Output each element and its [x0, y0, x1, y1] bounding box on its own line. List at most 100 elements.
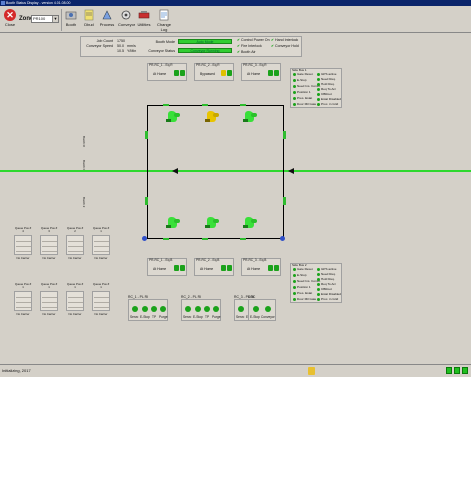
status-item: Position 1	[293, 285, 311, 289]
queue-position[interactable]: Queue Pos #1 No Carrier	[40, 283, 58, 316]
zone-select[interactable]: PR100 ▼	[31, 15, 59, 23]
robot-icon[interactable]	[205, 216, 219, 229]
status-item: E-Stop	[293, 78, 306, 82]
booth-door	[202, 238, 208, 240]
status-led-icon	[446, 367, 452, 374]
servo-icon	[238, 306, 244, 312]
robot-icon[interactable]	[166, 216, 180, 229]
purge-icon	[160, 306, 166, 312]
queue-position[interactable]: Queue Pos #1 No Carrier	[66, 283, 84, 316]
dbud-button[interactable]: Dbud	[81, 9, 97, 31]
status-item: Need Req.	[317, 272, 336, 276]
change-log-button[interactable]: Change Log	[154, 9, 174, 32]
queue-position[interactable]: Queue Pos #1 No Carrier	[14, 283, 32, 316]
status-item: Gate Reset	[293, 72, 313, 76]
robot-panel-status: At Home	[200, 267, 214, 271]
line-rate-unit: Y/Min	[127, 49, 137, 53]
check-conveyor-hold: ✔Conveyor Hold	[271, 44, 299, 48]
status-item: Hold Req.	[317, 82, 335, 86]
utilities-button[interactable]: Utilities	[136, 9, 152, 31]
status-item: GPS active	[317, 267, 336, 271]
close-button[interactable]: ✕ Close	[2, 9, 18, 31]
robot-panel-status: At Home	[153, 267, 167, 271]
booth-door	[240, 104, 246, 106]
status-led-icon	[462, 367, 468, 374]
queue-position[interactable]: Queue Pos #3 No Carrier	[40, 227, 58, 260]
servo-icon	[185, 306, 191, 312]
queue-position[interactable]: Queue Pos #2 No Carrier	[66, 227, 84, 260]
conveyor-button[interactable]: Conveyor	[118, 9, 135, 31]
paint-gun-icon	[227, 265, 232, 271]
booth-door	[283, 197, 286, 205]
robot-icon[interactable]	[243, 216, 257, 229]
queue-position[interactable]: Queue Pos #1 No Carrier	[92, 283, 110, 316]
status-text: Initializing, 2017	[2, 368, 31, 373]
check-booth-air: ✔Booth Air	[237, 50, 256, 54]
toolbar-separator	[61, 9, 62, 31]
teach-pendant-icon	[151, 306, 157, 312]
side-bus-panel-1: Side Bus 1 Gate Reset E-Stop Need Ins. C…	[290, 68, 342, 108]
controller-group-1: RC_1 - PL RI Servo E-Stop TP Purge	[128, 295, 168, 321]
checkmark-icon: ✔	[237, 44, 241, 48]
robot-panel-status: At Home	[247, 72, 261, 76]
job-count-label: Job Count	[96, 39, 113, 43]
conveyor-speed-unit: mm/s	[127, 44, 136, 48]
status-item: Pres. Estat	[293, 96, 312, 100]
conveyor-direction-arrow-icon	[288, 168, 294, 174]
app-icon	[1, 1, 5, 5]
paint-gun-icon	[274, 70, 279, 76]
booth-door	[163, 104, 169, 106]
booth-mode-indicator: Auto Mode	[178, 39, 232, 44]
servo-icon	[132, 306, 138, 312]
job-count-value: 1750	[117, 39, 125, 43]
status-item: CBRoot	[317, 92, 332, 96]
booth-side-label: Booth 2	[82, 197, 86, 208]
dbud-label: Dbud	[84, 22, 94, 27]
paint-gun-icon	[227, 70, 232, 76]
robot-panel-bottom-2[interactable]: PR-RC_2 - Eq.B At Home	[194, 258, 234, 276]
robot-panel-top-3[interactable]: PR-RC_3 - Eq.R At Home	[241, 63, 281, 81]
robot-panel-title: PR-RC_3 - Eq.B	[243, 258, 267, 262]
status-item: Estat Disabled	[317, 97, 341, 101]
check-fire-interlock: ✔Fire Interlock	[237, 44, 262, 48]
robot-icon[interactable]	[166, 110, 180, 123]
utilities-label: Utilities	[137, 22, 151, 27]
booth-icon	[65, 11, 77, 20]
change-log-icon	[159, 9, 169, 21]
queue-position[interactable]: Queue Pos #1 No Carrier	[92, 227, 110, 260]
status-item: Hold Req.	[317, 277, 335, 281]
robot-icon[interactable]	[243, 110, 257, 123]
zone-value: PR100	[33, 16, 46, 21]
close-label: Close	[4, 22, 16, 27]
status-item: Door Mtl Gate	[293, 102, 316, 106]
robot-icon[interactable]	[205, 110, 219, 123]
estop-icon	[195, 306, 201, 312]
conveyor-icon	[121, 10, 131, 20]
status-item: GPS active	[317, 72, 336, 76]
dbud-icon	[84, 9, 94, 21]
paint-gun-icon	[174, 265, 179, 271]
paint-gun-icon	[221, 70, 226, 76]
robot-panel-title: PR-RC_1 - Eq.R	[149, 63, 173, 67]
booth-door	[240, 238, 246, 240]
robot-panel-bottom-3[interactable]: PR-RC_3 - Eq.B At Home	[241, 258, 281, 276]
booth-door	[145, 197, 148, 205]
robot-panel-title: PR-RC_3 - Eq.R	[243, 63, 267, 67]
booth-mode-value: Auto Mode	[196, 40, 214, 44]
status-bar: Initializing, 2017	[0, 364, 471, 377]
robot-panel-bottom-1[interactable]: PR-RC_1 - Eq.B At Home	[147, 258, 187, 276]
process-button[interactable]: Process	[99, 9, 115, 31]
booth-button[interactable]: Booth	[63, 9, 79, 31]
change-log-label: Change Log	[156, 22, 171, 32]
teach-pendant-icon	[204, 306, 210, 312]
status-item: Proc. in Grid	[317, 297, 338, 301]
process-icon	[102, 10, 112, 20]
paint-gun-icon	[180, 265, 185, 271]
conveyor-speed-label: Conveyor Speed	[86, 44, 113, 48]
lock-icon[interactable]	[308, 367, 315, 375]
robot-panel-top-2[interactable]: PR-RC_2 - Eq.R Bypassed	[194, 63, 234, 81]
robot-panel-top-1[interactable]: PR-RC_1 - Eq.R At Home	[147, 63, 187, 81]
queue-position[interactable]: Queue Pos #4 No Carrier	[14, 227, 32, 260]
booth-door	[283, 131, 286, 139]
robot-panel-status: At Home	[247, 267, 261, 271]
